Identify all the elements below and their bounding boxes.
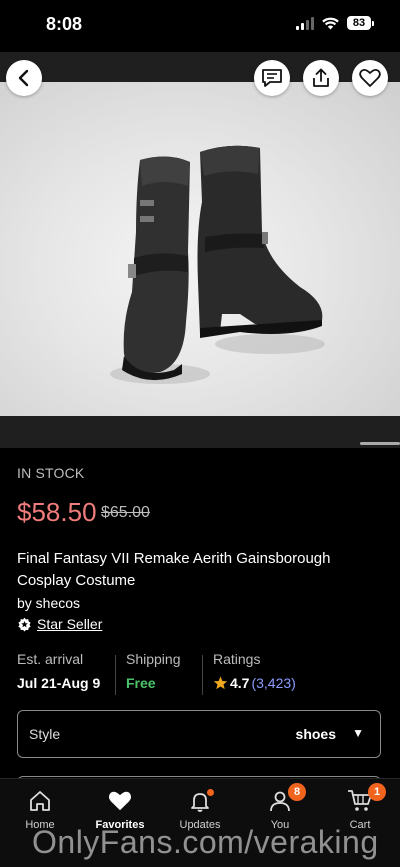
carousel-indicator xyxy=(360,442,400,445)
estimated-arrival: Est. arrival Jul 21-Aug 9 xyxy=(17,651,100,691)
status-icons: 83 xyxy=(296,16,374,30)
star-icon xyxy=(213,676,228,690)
ratings-info[interactable]: Ratings 4.7 (3,423) xyxy=(213,651,296,691)
arrival-label: Est. arrival xyxy=(17,651,84,667)
tab-favorites[interactable]: Favorites xyxy=(80,787,160,831)
tab-cart[interactable]: 1 Cart xyxy=(320,783,400,831)
battery-icon: 83 xyxy=(347,16,374,30)
tab-updates[interactable]: Updates xyxy=(160,787,240,831)
star-seller-label[interactable]: Star Seller xyxy=(37,616,102,632)
home-icon xyxy=(30,791,50,811)
delivery-info: Est. arrival Jul 21-Aug 9 Shipping Free … xyxy=(17,651,383,695)
divider xyxy=(202,655,203,695)
shipping-label: Shipping xyxy=(126,651,181,667)
stock-status: IN STOCK xyxy=(17,465,85,481)
updates-dot-badge xyxy=(207,789,214,796)
tab-home[interactable]: Home xyxy=(0,787,80,831)
caret-down-icon: ▼ xyxy=(352,726,364,740)
ratings-label: Ratings xyxy=(213,651,261,667)
favorite-button[interactable] xyxy=(352,60,388,96)
tab-updates-label: Updates xyxy=(179,819,221,831)
sale-price: $58.50 xyxy=(17,497,97,527)
share-button[interactable] xyxy=(303,60,339,96)
back-button[interactable] xyxy=(6,60,42,96)
share-icon xyxy=(313,68,329,87)
product-title: Final Fantasy VII Remake Aerith Gainsbor… xyxy=(17,550,331,589)
star-seller-icon xyxy=(18,617,31,632)
cart-badge: 1 xyxy=(368,783,386,801)
style-label: Style xyxy=(29,726,61,742)
seller-name[interactable]: by shecos xyxy=(17,595,80,611)
wifi-icon xyxy=(322,17,339,30)
tab-you[interactable]: 8 You xyxy=(240,783,320,831)
tab-you-label: You xyxy=(270,819,290,831)
cellular-signal-icon xyxy=(296,16,314,30)
rating-value: 4.7 xyxy=(230,675,250,691)
bottom-tab-bar: Home Favorites Updates 8 You 1 Cart xyxy=(0,778,400,867)
product-image-carousel[interactable] xyxy=(0,52,400,448)
heart-outline-icon xyxy=(359,68,381,87)
status-time: 8:08 xyxy=(46,14,83,34)
rating-summary[interactable]: 4.7 (3,423) xyxy=(213,675,296,691)
arrival-value: Jul 21-Aug 9 xyxy=(17,675,101,691)
heart-filled-icon xyxy=(108,791,132,811)
product-photo-boots[interactable] xyxy=(0,82,400,416)
you-badge: 8 xyxy=(288,783,306,801)
status-bar: 8:08 83 xyxy=(0,0,400,52)
shipping-value: Free xyxy=(126,675,156,691)
tab-favorites-label: Favorites xyxy=(95,819,145,831)
divider xyxy=(115,655,116,695)
rating-count[interactable]: (3,423) xyxy=(251,675,295,691)
tab-home-label: Home xyxy=(25,819,55,831)
style-selected-value: shoes xyxy=(295,726,336,742)
shipping-info: Shipping Free xyxy=(126,651,181,691)
star-seller-badge[interactable]: Star Seller xyxy=(17,616,102,632)
message-seller-button[interactable] xyxy=(254,60,290,96)
chevron-left-icon xyxy=(18,69,29,87)
original-price: $65.00 xyxy=(101,504,150,521)
style-dropdown[interactable]: Style shoes ▼ xyxy=(17,710,381,758)
tab-cart-label: Cart xyxy=(349,819,371,831)
battery-level: 83 xyxy=(347,16,371,30)
message-icon xyxy=(262,69,282,87)
